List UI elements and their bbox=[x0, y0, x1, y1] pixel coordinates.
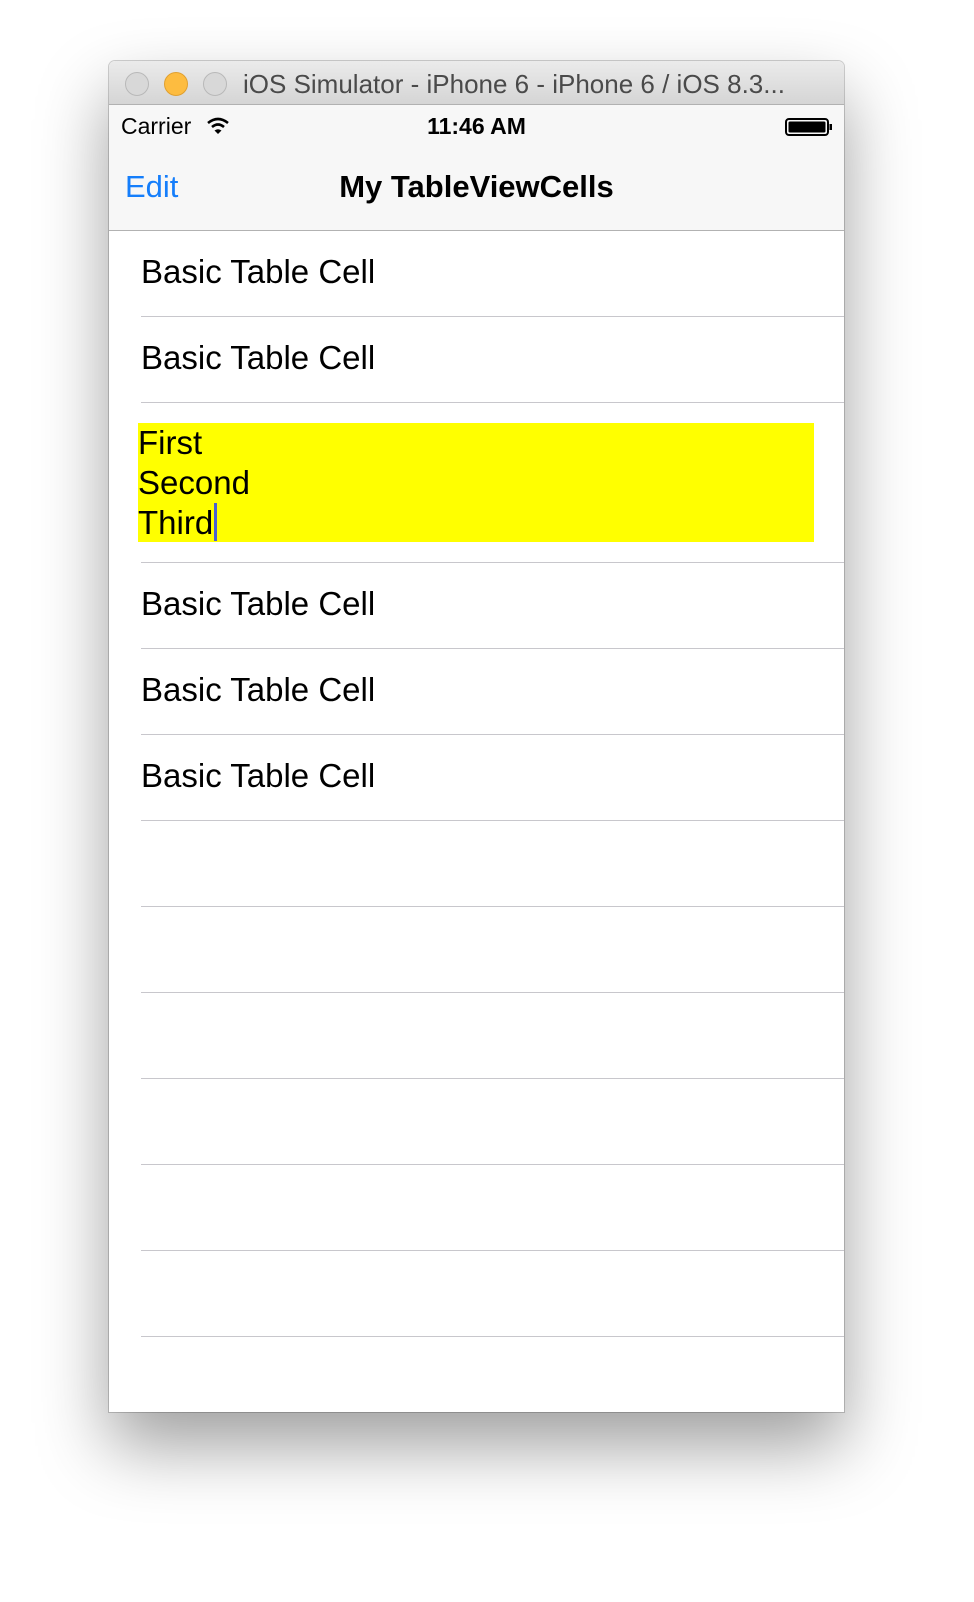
empty-row bbox=[141, 1251, 844, 1337]
cell-label: Basic Table Cell bbox=[141, 339, 376, 376]
nav-title: My TableViewCells bbox=[339, 169, 614, 204]
cell-label: Basic Table Cell bbox=[141, 757, 376, 794]
text-line: Second bbox=[138, 464, 250, 501]
minimize-window-button[interactable] bbox=[164, 72, 188, 96]
cell-label: Basic Table Cell bbox=[141, 671, 376, 708]
text-line-last: Third bbox=[138, 503, 814, 543]
close-window-button[interactable] bbox=[125, 72, 149, 96]
zoom-window-button[interactable] bbox=[203, 72, 227, 96]
text-cursor bbox=[214, 503, 218, 541]
table-view[interactable]: Basic Table Cell Basic Table Cell First … bbox=[109, 231, 844, 1412]
window-title: iOS Simulator - iPhone 6 - iPhone 6 / iO… bbox=[243, 69, 785, 99]
empty-row bbox=[141, 1337, 844, 1412]
multiline-text-view[interactable]: First Second Third bbox=[138, 423, 814, 542]
table-row[interactable]: Basic Table Cell bbox=[141, 563, 844, 649]
empty-row bbox=[141, 907, 844, 993]
window-titlebar[interactable]: iOS Simulator - iPhone 6 - iPhone 6 / iO… bbox=[109, 61, 844, 105]
text-view-cell: First Second Third bbox=[138, 403, 844, 563]
table-row[interactable]: Basic Table Cell bbox=[141, 317, 844, 403]
empty-row bbox=[141, 1165, 844, 1251]
table-row[interactable]: Basic Table Cell bbox=[141, 231, 844, 317]
simulator-window: iOS Simulator - iPhone 6 - iPhone 6 / iO… bbox=[109, 61, 844, 1412]
cell-label: Basic Table Cell bbox=[141, 585, 376, 622]
empty-row bbox=[141, 821, 844, 907]
battery-icon bbox=[785, 118, 832, 136]
cell-label: Basic Table Cell bbox=[141, 253, 376, 290]
table-row[interactable]: Basic Table Cell bbox=[141, 735, 844, 821]
device-screen: Carrier 11:46 AM Edit My TableViewCells … bbox=[109, 105, 844, 1412]
text-line: Third bbox=[138, 504, 214, 541]
navigation-bar: Carrier 11:46 AM Edit My TableViewCells bbox=[109, 105, 844, 231]
table-row[interactable]: Basic Table Cell bbox=[141, 649, 844, 735]
empty-row bbox=[141, 1079, 844, 1165]
text-line: First bbox=[138, 424, 203, 461]
status-time: 11:46 AM bbox=[427, 113, 526, 139]
empty-row bbox=[141, 993, 844, 1079]
